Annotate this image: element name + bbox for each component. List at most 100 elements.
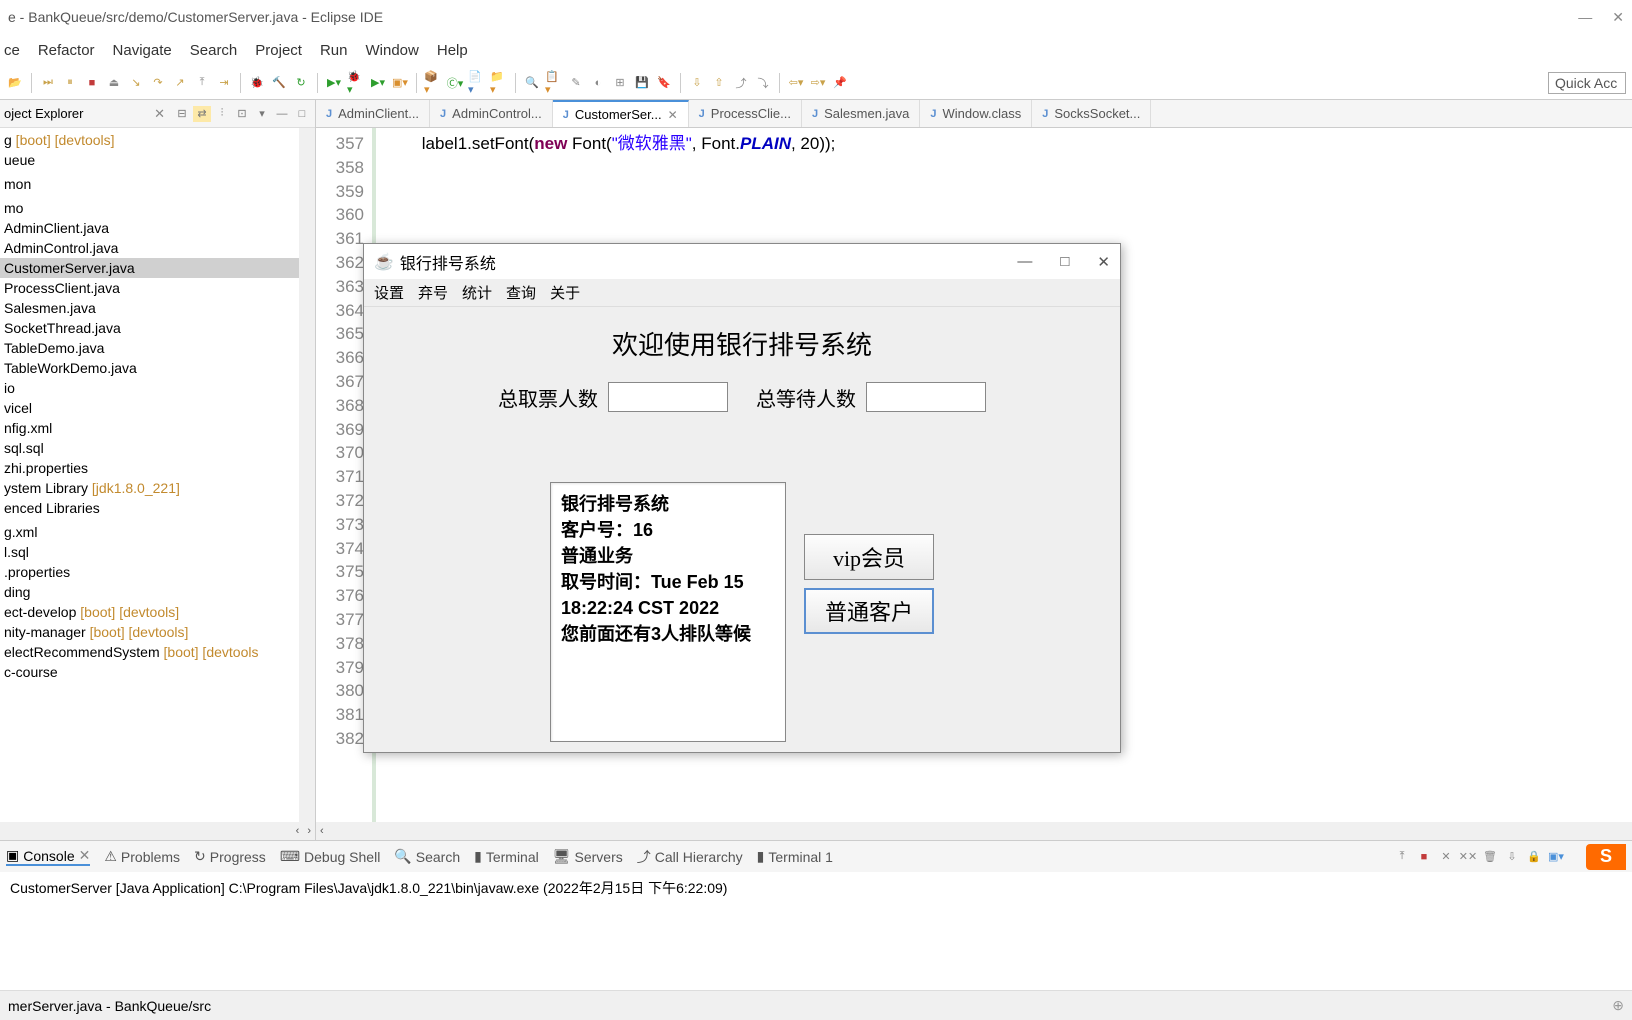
tree-item[interactable]: ProcessClient.java xyxy=(0,278,315,298)
explorer-scrollbar[interactable] xyxy=(299,128,315,822)
view-menu-icon[interactable]: ▾ xyxy=(253,106,271,122)
console-pin-icon[interactable]: ⤒ xyxy=(1394,849,1410,865)
status-right-icon[interactable]: ⊕ xyxy=(1612,997,1624,1014)
tree-item[interactable]: electRecommendSystem [boot] [devtools xyxy=(0,642,315,662)
new-package-icon[interactable]: 📦▾ xyxy=(424,74,442,92)
nav2-icon[interactable]: ⇧ xyxy=(710,74,728,92)
step-filter-icon[interactable]: ⇥ xyxy=(215,74,233,92)
dialog-titlebar[interactable]: ☕ 银行排号系统 — □ ✕ xyxy=(364,244,1120,279)
debug-run-icon[interactable]: 🐞▾ xyxy=(347,74,365,92)
explorer-close-icon[interactable]: ✕ xyxy=(154,106,165,122)
tree-item[interactable]: zhi.properties xyxy=(0,458,315,478)
console-output[interactable]: CustomerServer [Java Application] C:\Pro… xyxy=(0,872,1632,916)
input-total-waiting[interactable] xyxy=(866,382,986,412)
editor-tab[interactable]: JSocksSocket... xyxy=(1032,100,1151,127)
tree-item[interactable]: Salesmen.java xyxy=(0,298,315,318)
menu-search[interactable]: Search xyxy=(190,42,238,59)
hier-icon[interactable]: ⊡ xyxy=(233,106,251,122)
console-clear-icon[interactable]: 🗑 xyxy=(1482,849,1498,865)
tree-item[interactable]: ueue xyxy=(0,150,315,170)
tree-item[interactable]: sql.sql xyxy=(0,438,315,458)
tree-item[interactable]: l.sql xyxy=(0,542,315,562)
tab-terminal[interactable]: ▮ Terminal xyxy=(474,848,539,865)
console-scroll-icon[interactable]: ⇩ xyxy=(1504,849,1520,865)
undo-icon[interactable]: ◐ xyxy=(589,74,607,92)
tree-item[interactable]: .properties xyxy=(0,562,315,582)
step-into-icon[interactable]: ↘ xyxy=(127,74,145,92)
new-class-icon[interactable]: Ⓒ▾ xyxy=(446,74,464,92)
pause-icon[interactable]: ⏸ xyxy=(61,74,79,92)
menu-window[interactable]: Window xyxy=(366,42,419,59)
tree-item[interactable]: CustomerServer.java xyxy=(0,258,315,278)
editor-tab[interactable]: JSalesmen.java xyxy=(802,100,920,127)
scroll-left-icon[interactable]: ‹ xyxy=(320,825,324,837)
disconnect-icon[interactable]: ⏏ xyxy=(105,74,123,92)
link-editor-icon[interactable]: ⇄ xyxy=(193,106,211,122)
run-last-icon[interactable]: ↻ xyxy=(292,74,310,92)
tree-item[interactable]: ystem Library [jdk1.8.0_221] xyxy=(0,478,315,498)
collapse-all-icon[interactable]: ⊟ xyxy=(173,106,191,122)
console-lock-icon[interactable]: 🔒 xyxy=(1526,849,1542,865)
coverage-icon[interactable]: ▶▾ xyxy=(369,74,387,92)
editor-tab[interactable]: JCustomerSer...✕ xyxy=(553,100,689,127)
scroll-left-icon[interactable]: ‹ xyxy=(296,825,300,837)
menu-navigate[interactable]: Navigate xyxy=(113,42,172,59)
menu-run[interactable]: Run xyxy=(320,42,348,59)
close-icon[interactable]: ✕ xyxy=(1612,9,1624,26)
tree-item[interactable]: vicel xyxy=(0,398,315,418)
debug-icon[interactable]: 🐞 xyxy=(248,74,266,92)
tab-close-icon[interactable]: ✕ xyxy=(79,847,91,864)
ext-run-icon[interactable]: ▣▾ xyxy=(391,74,409,92)
editor-hscroll[interactable]: ‹ xyxy=(316,822,1632,840)
console-remove-icon[interactable]: ✕ xyxy=(1438,849,1454,865)
editor-tab[interactable]: JWindow.class xyxy=(920,100,1032,127)
back-icon[interactable]: ⇦▾ xyxy=(787,74,805,92)
tree-item[interactable]: ect-develop [boot] [devtools] xyxy=(0,602,315,622)
search-icon[interactable]: 🔍 xyxy=(523,74,541,92)
skip-icon[interactable]: ⏭ xyxy=(39,74,57,92)
tab-terminal-1[interactable]: ▮ Terminal 1 xyxy=(757,848,833,865)
drop-frame-icon[interactable]: ⤒ xyxy=(193,74,211,92)
tree-item[interactable]: enced Libraries xyxy=(0,498,315,518)
minimize-view-icon[interactable]: — xyxy=(273,106,291,122)
quick-access-input[interactable]: Quick Acc xyxy=(1548,72,1626,94)
console-display-icon[interactable]: ▣▾ xyxy=(1548,849,1564,865)
input-total-tickets[interactable] xyxy=(608,382,728,412)
menu-refactor[interactable]: Refactor xyxy=(38,42,95,59)
maximize-view-icon[interactable]: □ xyxy=(293,106,311,122)
dialog-close-icon[interactable]: ✕ xyxy=(1097,253,1110,271)
tree-item[interactable]: ding xyxy=(0,582,315,602)
new-file-icon[interactable]: 📄▾ xyxy=(468,74,486,92)
run-icon[interactable]: ▶▾ xyxy=(325,74,343,92)
task-icon[interactable]: 📋▾ xyxy=(545,74,563,92)
step-over-icon[interactable]: ↷ xyxy=(149,74,167,92)
toggle-icon[interactable]: ⊞ xyxy=(611,74,629,92)
bookmark-icon[interactable]: 🔖 xyxy=(655,74,673,92)
tab-call-hierarchy[interactable]: ⤴ Call Hierarchy xyxy=(637,847,743,867)
tree-item[interactable]: AdminClient.java xyxy=(0,218,315,238)
tree-item[interactable]: mo xyxy=(0,198,315,218)
dialog-menu-about[interactable]: 关于 xyxy=(550,282,580,303)
nav3-icon[interactable]: ⤴ xyxy=(732,74,750,92)
editor-tab[interactable]: JAdminControl... xyxy=(430,100,553,127)
filter-icon[interactable]: ⫶ xyxy=(213,106,231,122)
menu-project[interactable]: Project xyxy=(255,42,302,59)
tab-servers[interactable]: 🖥 Servers xyxy=(553,848,623,865)
menu-source[interactable]: ce xyxy=(4,42,20,59)
explorer-tree[interactable]: g [boot] [devtools]ueuemonmoAdminClient.… xyxy=(0,128,315,822)
tab-search[interactable]: 🔍 Search xyxy=(394,848,460,865)
tab-progress[interactable]: ↻ Progress xyxy=(194,848,266,865)
tab-close-icon[interactable]: ✕ xyxy=(668,108,678,122)
tree-item[interactable]: SocketThread.java xyxy=(0,318,315,338)
save-icon[interactable]: 💾 xyxy=(633,74,651,92)
dialog-menu-stats[interactable]: 统计 xyxy=(462,282,492,303)
nav1-icon[interactable]: ⇩ xyxy=(688,74,706,92)
explorer-hscroll[interactable]: ‹ › xyxy=(0,822,315,840)
menu-help[interactable]: Help xyxy=(437,42,468,59)
new-folder-icon[interactable]: 📁▾ xyxy=(490,74,508,92)
sogou-ime-icon[interactable]: S xyxy=(1586,844,1626,870)
tree-item[interactable]: nity-manager [boot] [devtools] xyxy=(0,622,315,642)
build-icon[interactable]: 🔨 xyxy=(270,74,288,92)
minimize-icon[interactable]: — xyxy=(1578,9,1592,26)
dialog-maximize-icon[interactable]: □ xyxy=(1060,253,1069,271)
